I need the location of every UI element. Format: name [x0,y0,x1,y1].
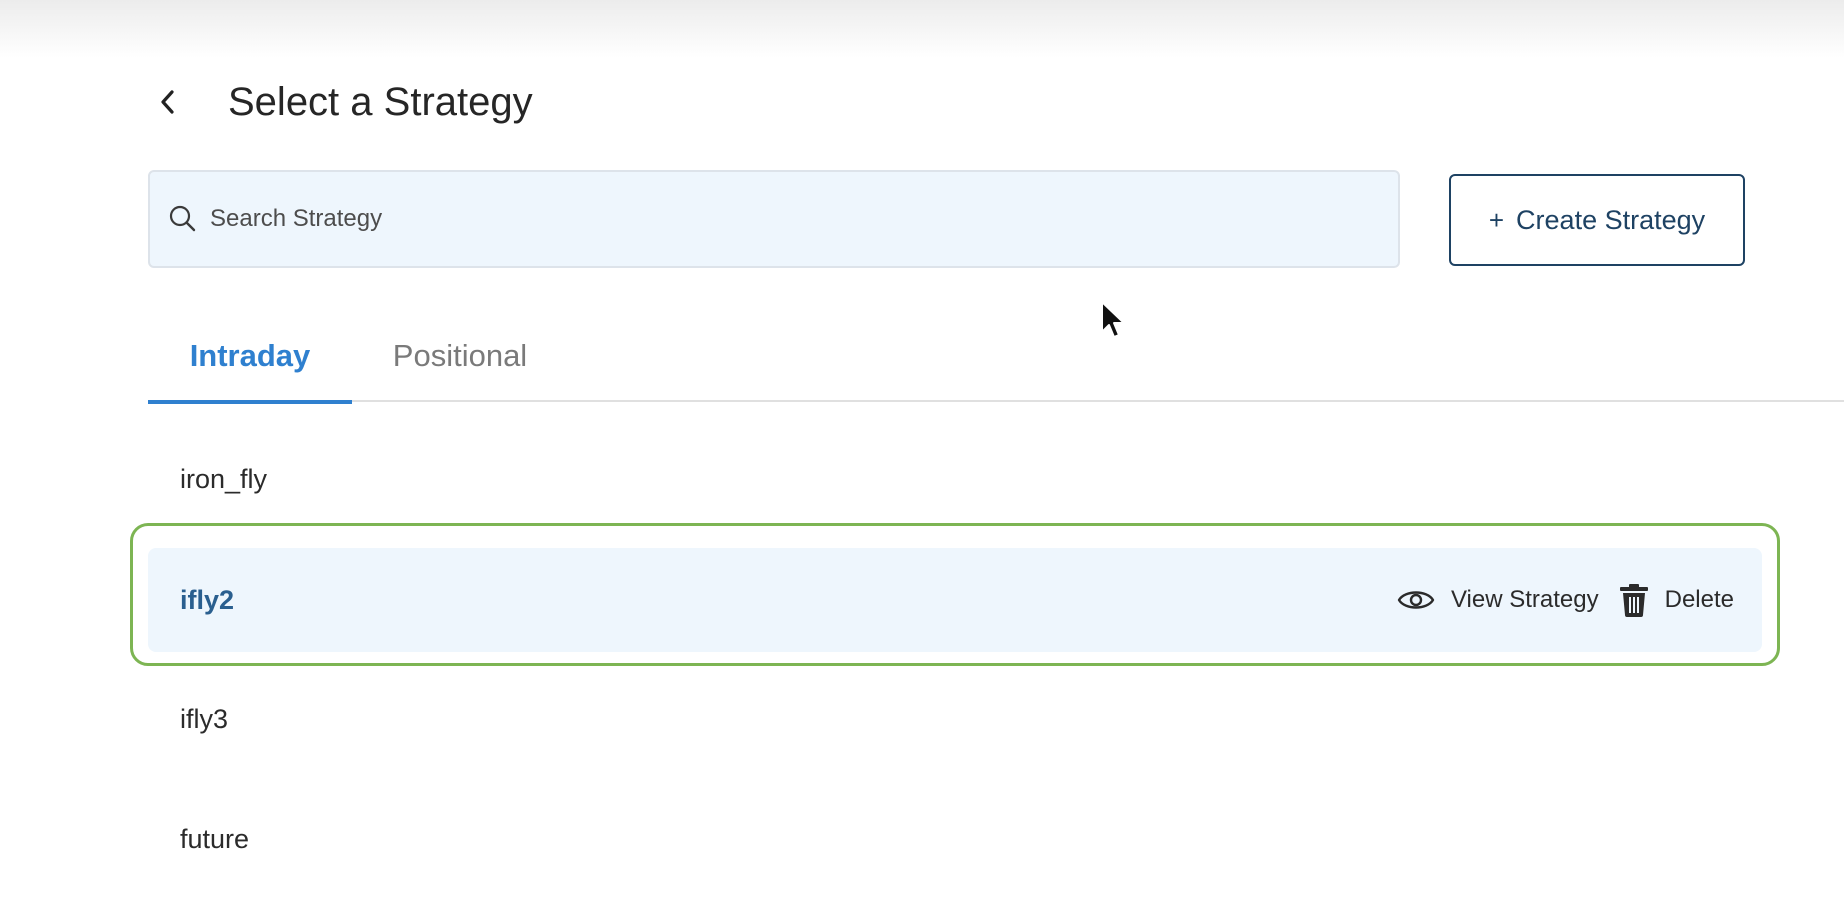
list-item[interactable]: ifly3 [180,704,228,735]
row-actions: View Strategy Delete [1397,548,1734,652]
list-item[interactable]: future [180,824,249,855]
list-item-selected[interactable]: ifly2 View Strategy Delete [148,548,1762,652]
create-strategy-label: Create Strategy [1516,204,1706,235]
back-button[interactable] [148,82,188,122]
chevron-left-icon [161,90,174,114]
view-strategy-label: View Strategy [1450,586,1599,613]
top-bar-shadow [0,0,1844,58]
mouse-cursor-icon [1101,301,1125,338]
search-box[interactable] [148,170,1400,268]
tab-intraday[interactable]: Intraday [148,310,352,404]
tab-positional[interactable]: Positional [380,310,540,402]
plus-icon: + [1488,204,1505,235]
list-item-label: ifly2 [180,584,235,615]
search-input[interactable] [208,204,1312,234]
list-item[interactable]: iron_fly [180,464,267,495]
trash-icon [1619,584,1648,617]
search-icon [169,205,196,232]
eye-icon [1397,591,1435,609]
page-title: Select a Strategy [228,79,533,124]
create-strategy-button[interactable]: + Create Strategy [1449,174,1745,266]
strategy-tabs: Intraday Positional [148,310,1844,404]
delete-label: Delete [1664,586,1734,613]
page-header: Select a Strategy [148,72,533,132]
delete-button[interactable]: Delete [1619,583,1734,617]
view-strategy-button[interactable]: View Strategy [1397,586,1599,614]
